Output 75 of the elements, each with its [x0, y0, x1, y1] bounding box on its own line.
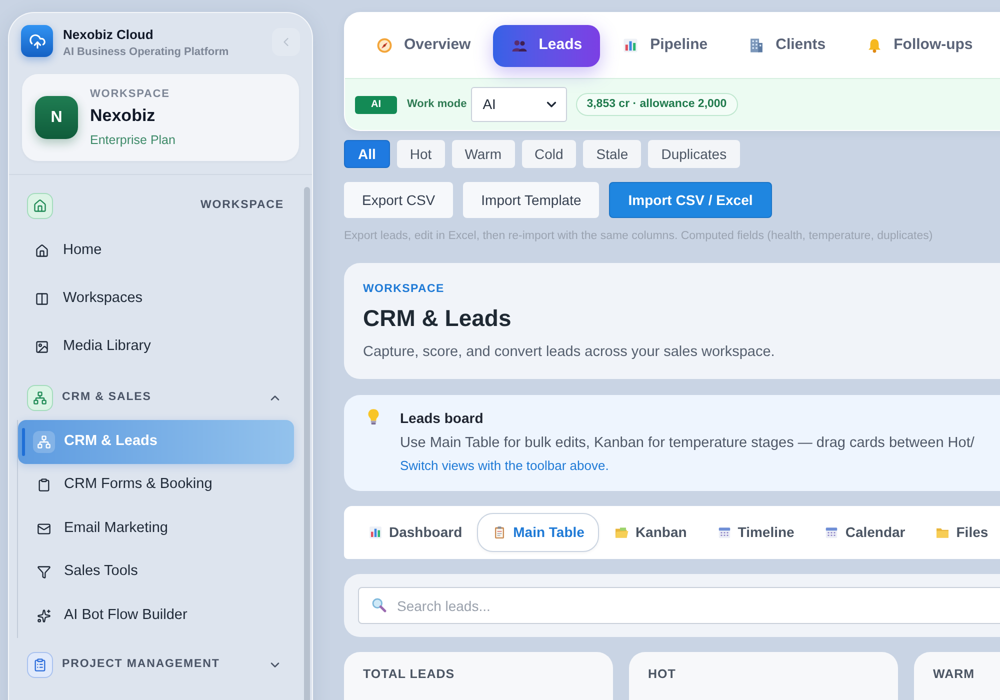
tip-link[interactable]: Switch views with the toolbar above. [400, 457, 974, 475]
tip-body: Use Main Table for bulk edits, Kanban for temperature stages — drag cards between Hot/ [400, 434, 974, 452]
stat-label: WARM [933, 667, 976, 681]
workspace-avatar: N [35, 96, 78, 139]
bar-chart-icon [368, 525, 383, 540]
cloud-upload-icon [21, 25, 53, 57]
filter-chip[interactable]: Cold [522, 140, 576, 168]
stat-label: TOTAL LEADS [363, 667, 456, 681]
ai-badge: AI [355, 96, 397, 114]
mail-icon [37, 522, 51, 536]
nav-tab[interactable]: Overview [358, 24, 489, 66]
view-tab[interactable]: Timeline [702, 513, 810, 552]
compass-icon [376, 37, 393, 54]
view-tab[interactable]: Main Table [477, 513, 600, 552]
nav-item[interactable]: Media Library [17, 323, 294, 371]
nav-tab[interactable]: Follow-ups [848, 24, 991, 66]
image-icon [35, 340, 49, 354]
network-tile-icon [27, 385, 53, 411]
view-tab[interactable]: Kanban [599, 513, 702, 552]
nav-item[interactable]: Sales Tools [18, 550, 294, 594]
section-title[interactable]: PROJECT MANAGEMENT [62, 656, 220, 674]
nav-tab[interactable]: Leads [492, 24, 600, 66]
brand-tagline: AI Business Operating Platform [63, 45, 229, 60]
calendar-icon [824, 525, 840, 540]
house-tile-icon [27, 193, 53, 219]
workspace-name: Nexobiz [90, 104, 156, 126]
workspace-label: WORKSPACE [90, 86, 171, 102]
action-button[interactable]: Export CSV [344, 182, 454, 218]
nav-item[interactable]: CRM Forms & Booking [18, 464, 294, 507]
nav-tab[interactable]: Clients [730, 24, 844, 66]
clipboard-icon [37, 478, 51, 492]
page-title: CRM & Leads [363, 304, 512, 333]
nav-item[interactable]: Home [17, 227, 294, 275]
search-icon [371, 597, 387, 613]
filter-chip[interactable]: Warm [452, 140, 514, 168]
lightbulb-icon [366, 407, 381, 427]
funnel-icon [37, 565, 51, 580]
workspace-card[interactable]: N WORKSPACE Nexobiz Enterprise Plan [22, 74, 299, 161]
clipboard-tile-icon [27, 652, 53, 678]
nav-item[interactable]: Email Marketing [18, 507, 294, 550]
active-indicator [22, 428, 25, 456]
view-tab[interactable]: Dashboard [353, 513, 478, 552]
tip-title: Leads board [400, 409, 484, 427]
header-eyebrow: WORKSPACE [363, 282, 446, 297]
network-icon [37, 434, 51, 449]
bell-icon [866, 37, 883, 54]
stat-label: HOT [648, 667, 677, 681]
view-tab[interactable]: Files [920, 513, 1000, 552]
calendar-icon [716, 525, 732, 540]
building-icon [748, 37, 765, 54]
brand-name: Nexobiz Cloud [63, 26, 154, 44]
nav-item[interactable]: Workspaces [17, 275, 294, 323]
columns-icon [35, 292, 49, 306]
action-button[interactable]: Import CSV / Excel [609, 182, 772, 218]
nav-tab[interactable]: Pipeline [604, 24, 726, 66]
action-button[interactable]: Import Template [463, 182, 600, 218]
section-title[interactable]: CRM & SALES [62, 389, 152, 407]
filter-chip[interactable]: All [344, 140, 390, 168]
page-description: Capture, score, and convert leads across your sales workspace. [363, 343, 776, 361]
scrollbar[interactable] [304, 187, 310, 700]
work-mode-label: Work mode [407, 97, 467, 112]
filter-chip[interactable]: Stale [583, 140, 642, 168]
view-tab[interactable]: Calendar [809, 513, 920, 552]
nav-item[interactable]: AI Bot Flow Builder [18, 594, 294, 638]
filter-chip[interactable]: Duplicates [648, 140, 740, 168]
section-title: WORKSPACE [200, 198, 284, 214]
sparkles-icon [37, 608, 51, 623]
search-field[interactable]: Search leads... [358, 587, 1000, 624]
folder-icon [614, 525, 630, 540]
credits-pill: 3,853 cr · allowance 2,000 [576, 93, 738, 116]
house-icon [35, 244, 49, 258]
work-mode-select[interactable]: AI [470, 87, 567, 122]
bar-chart-icon [622, 37, 640, 54]
workspace-plan: Enterprise Plan [90, 132, 176, 148]
filter-chip[interactable]: Hot [396, 140, 445, 168]
